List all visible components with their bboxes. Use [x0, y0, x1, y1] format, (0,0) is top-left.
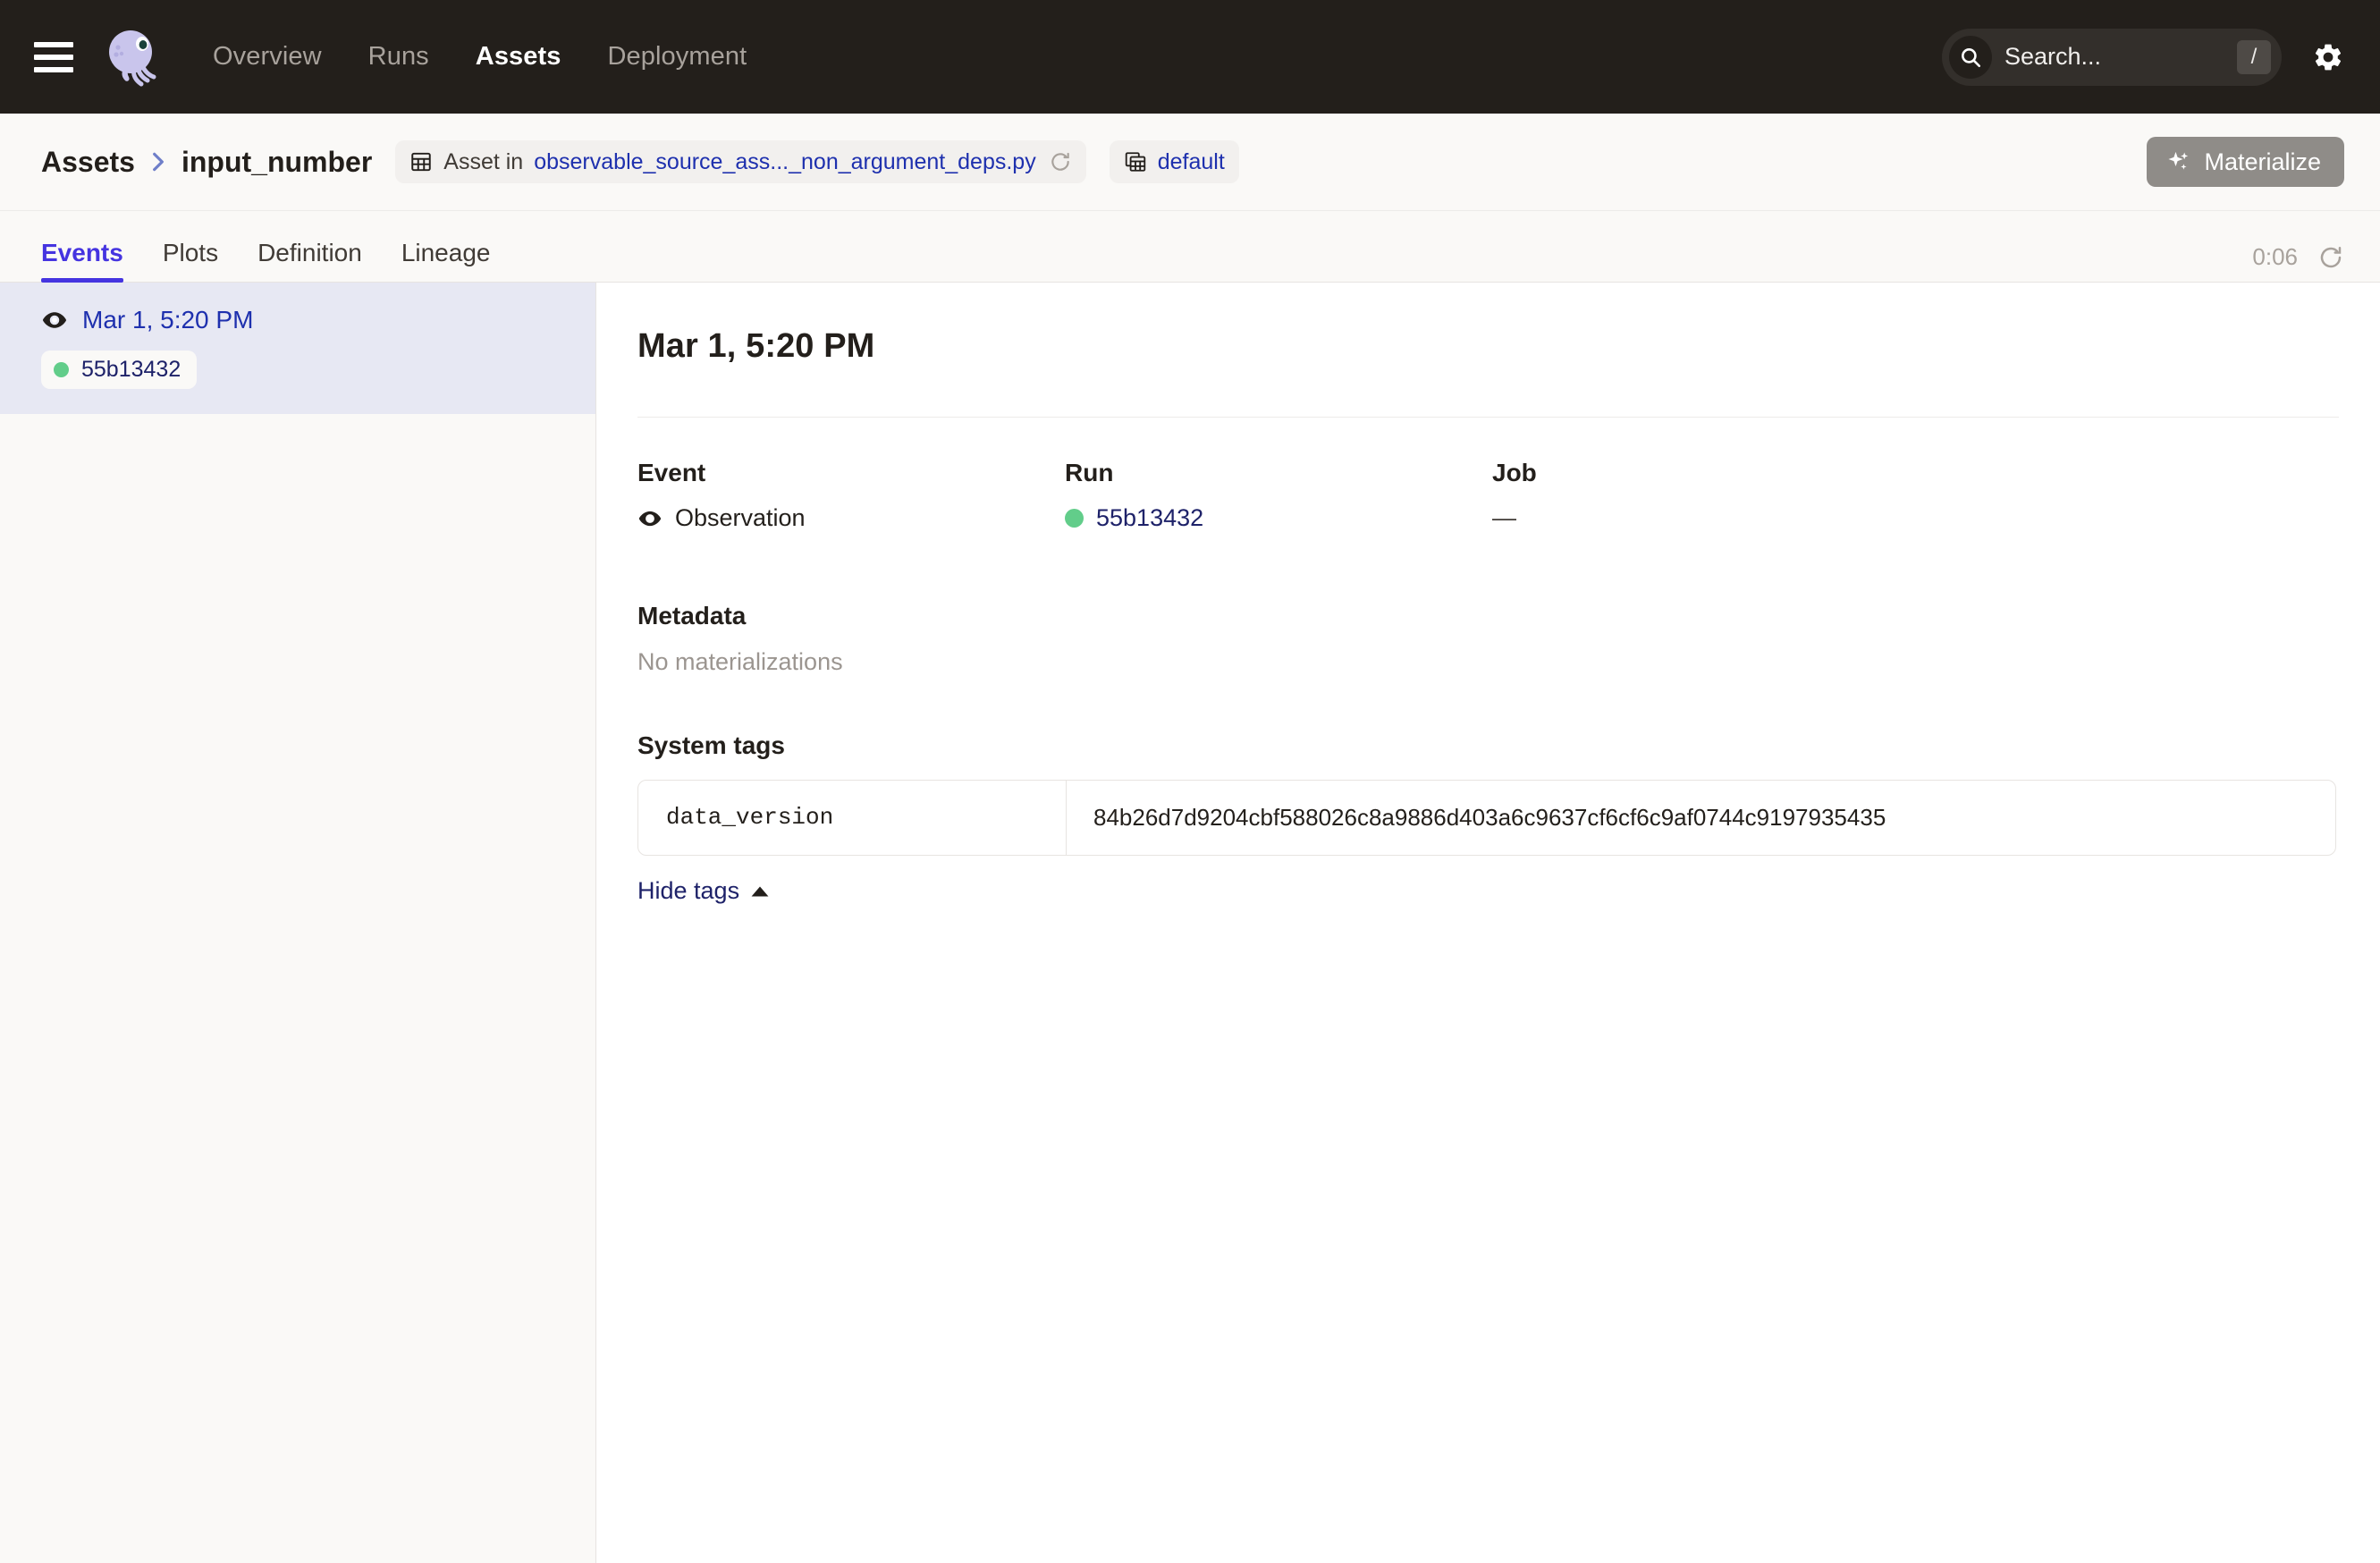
metadata-empty-text: No materializations: [637, 648, 2339, 676]
hamburger-menu-icon[interactable]: [34, 42, 73, 72]
asset-tabs-bar: Events Plots Definition Lineage 0:06: [0, 211, 2380, 283]
tab-plots[interactable]: Plots: [163, 239, 218, 282]
run-id-label: 55b13432: [81, 357, 181, 383]
reload-icon[interactable]: [1049, 150, 1072, 173]
event-row-header: Mar 1, 5:20 PM: [41, 306, 595, 334]
hide-tags-toggle[interactable]: Hide tags: [637, 877, 770, 905]
detail-value-job: —: [1492, 504, 1760, 532]
tab-events[interactable]: Events: [41, 239, 123, 282]
events-sidebar: Mar 1, 5:20 PM 55b13432: [0, 283, 596, 1563]
event-detail-panel: Mar 1, 5:20 PM Event Observation Run: [596, 283, 2380, 1563]
run-chip[interactable]: 55b13432: [41, 351, 197, 389]
asset-tabs: Events Plots Definition Lineage: [41, 239, 490, 282]
table-grid-icon: [409, 150, 433, 173]
asset-file-link[interactable]: observable_source_ass..._non_argument_de…: [534, 149, 1036, 175]
materialize-button[interactable]: Materialize: [2147, 137, 2344, 187]
event-detail-grid: Event Observation Run 55b13432: [637, 459, 2339, 532]
table-row-value: 84b26d7d9204cbf588026c8a9886d403a6c9637c…: [1067, 781, 2335, 855]
event-detail-title: Mar 1, 5:20 PM: [637, 327, 2339, 366]
system-tags-section: System tags data_version 84b26d7d9204cbf…: [637, 731, 2339, 905]
code-location-pill[interactable]: default: [1110, 140, 1239, 183]
dagster-logo-icon[interactable]: [98, 23, 166, 91]
refresh-countdown: 0:06: [2252, 243, 2298, 271]
detail-header-job: Job: [1492, 459, 1760, 487]
system-tags-title: System tags: [637, 731, 2339, 760]
detail-value-event: Observation: [637, 504, 1065, 532]
metadata-title: Metadata: [637, 602, 2339, 630]
run-id-link[interactable]: 55b13432: [1096, 504, 1203, 532]
gear-icon[interactable]: [2312, 41, 2344, 73]
eye-icon: [637, 506, 663, 531]
detail-value-run[interactable]: 55b13432: [1065, 504, 1492, 532]
detail-header-run: Run: [1065, 459, 1492, 487]
topnav-right-group: Search... /: [1942, 29, 2344, 86]
job-empty-dash: —: [1492, 504, 1516, 532]
table-row-key: data_version: [638, 781, 1067, 855]
asset-location-pill[interactable]: Asset in observable_source_ass..._non_ar…: [395, 140, 1085, 183]
search-placeholder-text: Search...: [2004, 43, 2237, 71]
detail-column-run: Run 55b13432: [1065, 459, 1492, 532]
nav-link-assets[interactable]: Assets: [476, 42, 561, 72]
search-input[interactable]: Search... /: [1942, 29, 2282, 86]
hide-tags-label: Hide tags: [637, 877, 739, 905]
nav-link-runs[interactable]: Runs: [368, 42, 429, 72]
eye-icon: [41, 307, 68, 334]
system-tags-table: data_version 84b26d7d9204cbf588026c8a988…: [637, 780, 2336, 856]
run-status-dot: [1065, 509, 1084, 528]
event-timestamp[interactable]: Mar 1, 5:20 PM: [82, 306, 253, 334]
nav-link-overview[interactable]: Overview: [213, 42, 322, 72]
caret-up-icon: [750, 884, 770, 899]
page-header: Assets input_number Asset in observable_…: [0, 114, 2380, 211]
detail-column-event: Event Observation: [637, 459, 1065, 532]
list-item[interactable]: Mar 1, 5:20 PM 55b13432: [0, 283, 595, 414]
refresh-group: 0:06: [2252, 243, 2344, 282]
breadcrumb-assets[interactable]: Assets: [41, 146, 135, 179]
sparkle-icon: [2166, 149, 2191, 174]
materialize-button-label: Materialize: [2204, 148, 2321, 176]
repository-icon: [1124, 150, 1147, 173]
search-shortcut-key: /: [2237, 40, 2271, 74]
divider: [637, 417, 2339, 418]
refresh-icon[interactable]: [2317, 244, 2344, 271]
detail-column-job: Job —: [1492, 459, 1760, 532]
tab-definition[interactable]: Definition: [257, 239, 362, 282]
primary-nav-links: Overview Runs Assets Deployment: [213, 42, 747, 72]
chevron-right-icon: [149, 150, 167, 173]
run-status-dot: [54, 362, 69, 377]
content-area: Mar 1, 5:20 PM 55b13432 Mar 1, 5:20 PM E…: [0, 283, 2380, 1563]
top-navigation-bar: Overview Runs Assets Deployment Search..…: [0, 0, 2380, 114]
event-type-label: Observation: [675, 504, 806, 532]
code-location-label[interactable]: default: [1158, 149, 1225, 175]
tab-lineage[interactable]: Lineage: [401, 239, 491, 282]
asset-in-label: Asset in: [443, 149, 523, 175]
nav-link-deployment[interactable]: Deployment: [608, 42, 747, 72]
search-icon: [1949, 36, 1992, 79]
page-title: input_number: [181, 146, 372, 179]
detail-header-event: Event: [637, 459, 1065, 487]
metadata-section: Metadata No materializations: [637, 602, 2339, 676]
